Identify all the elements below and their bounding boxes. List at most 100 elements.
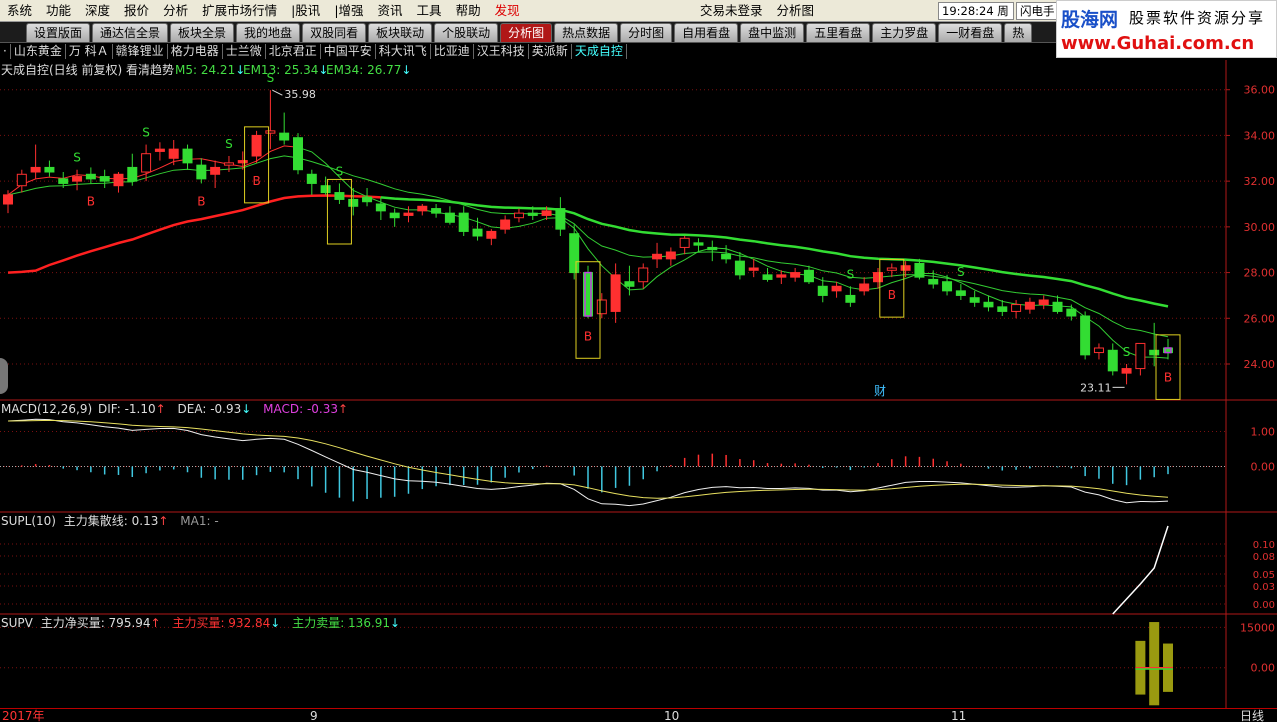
tab-0[interactable]: 设置版面 — [26, 23, 91, 42]
candle-body-25 — [348, 198, 359, 207]
candle-fill-81 — [1122, 368, 1132, 374]
stock-item-8[interactable]: 科大讯飞 — [376, 44, 431, 59]
stock-item-11[interactable]: 英派斯 — [529, 44, 572, 59]
tab-1[interactable]: 通达信全景 — [92, 23, 169, 42]
tab-6[interactable]: 个股联动 — [434, 23, 499, 42]
candle-body-32 — [444, 212, 455, 223]
candle-fill-56 — [776, 274, 786, 278]
tab-2[interactable]: 板块全景 — [170, 23, 235, 42]
candle-body-20 — [279, 132, 290, 141]
stock-item-12[interactable]: 天成自控 — [572, 44, 627, 59]
menu-item-1[interactable]: 功能 — [39, 0, 78, 22]
menu-item-10[interactable]: 帮助 — [449, 0, 488, 22]
candle-body-1 — [16, 173, 27, 187]
tab-4[interactable]: 双股同看 — [302, 23, 367, 42]
buy-marker-8: B — [584, 329, 592, 343]
candle-body-13 — [182, 148, 193, 164]
menu-item-3[interactable]: 报价 — [117, 0, 156, 22]
guhai-logo: 股海网 股票软件资源分享 www.Guhai.com.cn — [1056, 0, 1277, 58]
tab-10[interactable]: 自用看盘 — [674, 23, 739, 42]
month-label-9: 9 — [310, 709, 318, 722]
supl-tick-label-1: 0.08 — [1253, 552, 1275, 563]
stock-item-7[interactable]: 中国平安 — [321, 44, 376, 59]
tab-12[interactable]: 五里看盘 — [806, 23, 871, 42]
high-price-label: 35.98 — [284, 88, 316, 101]
buy-marker-5: B — [252, 174, 260, 188]
candle-body-33 — [458, 212, 469, 232]
buy-marker-3: B — [197, 194, 205, 208]
candle-body-61 — [845, 294, 856, 303]
candle-fill-57 — [790, 272, 800, 278]
menu-item-8[interactable]: 资讯 — [371, 0, 410, 22]
candle-body-79 — [1093, 347, 1104, 354]
candle-body-41 — [569, 233, 580, 274]
tab-13[interactable]: 主力罗盘 — [872, 23, 937, 42]
supl-tick-label-4: 0.00 — [1253, 600, 1275, 611]
tab-3[interactable]: 我的地盘 — [236, 23, 301, 42]
candle-body-43 — [596, 299, 607, 315]
sell-marker-2: S — [142, 126, 150, 140]
menu-item-9[interactable]: 工具 — [410, 0, 449, 22]
stock-item-9[interactable]: 比亚迪 — [431, 44, 474, 59]
candle-body-77 — [1066, 308, 1077, 317]
menu-item-0[interactable]: 系统 — [0, 0, 39, 22]
candle-body-24 — [334, 192, 345, 200]
candle-fill-39 — [542, 210, 552, 216]
candle-body-46 — [638, 267, 649, 283]
candle-body-27 — [375, 203, 386, 212]
tab-15[interactable]: 热 — [1004, 23, 1033, 42]
period-button[interactable]: 日线 — [1240, 709, 1264, 722]
candle-body-9 — [127, 166, 138, 182]
high-pointer — [272, 89, 283, 96]
sell-marker-7: S — [336, 164, 344, 178]
menu-item-2[interactable]: 深度 — [78, 0, 117, 22]
stock-item-6[interactable]: 北京君正 — [266, 44, 321, 59]
candle-fill-11 — [155, 149, 165, 152]
ma-em13-label: EM13: 25.34↓ — [243, 63, 329, 77]
price-tick-label-0: 36.00 — [1244, 84, 1276, 97]
clock-display: 19:28:24 周一 — [938, 2, 1014, 34]
flash-trade-button[interactable]: 闪电手 — [1016, 2, 1060, 20]
buy-marker-1: B — [87, 194, 95, 208]
stock-item-5[interactable]: 士兰微 — [223, 44, 266, 59]
price-tick-label-3: 30.00 — [1244, 221, 1276, 234]
stock-item-3[interactable]: 赣锋锂业 — [113, 44, 168, 59]
candle-body-83 — [1149, 349, 1160, 356]
menu-item-5[interactable]: 扩展市场行情 — [195, 0, 284, 22]
tab-8[interactable]: 热点数据 — [554, 23, 619, 42]
tab-7[interactable]: 分析图 — [500, 23, 553, 42]
finance-marker: 财 — [874, 384, 886, 398]
stock-item-2[interactable]: 万 科Ａ — [66, 44, 113, 59]
tab-14[interactable]: 一财看盘 — [938, 23, 1003, 42]
candle-fill-17 — [238, 160, 248, 163]
menu-item-11[interactable]: 发现 — [488, 0, 527, 22]
tab-5[interactable]: 板块联动 — [368, 23, 433, 42]
supv-bar-1 — [1149, 622, 1160, 706]
candle-body-6 — [85, 173, 96, 180]
candle-body-72 — [997, 306, 1008, 312]
candle-body-59 — [817, 285, 828, 296]
candle-body-68 — [942, 281, 953, 292]
stock-item-4[interactable]: 格力电器 — [168, 44, 223, 59]
side-collapse-handle[interactable] — [0, 358, 8, 394]
trade-login-status[interactable]: 交易未登录 — [700, 0, 763, 22]
macd-tick-label-0: 1.00 — [1251, 426, 1276, 439]
stock-item-1[interactable]: 山东黄金 — [11, 44, 66, 59]
center-info: 交易未登录 分析图 — [700, 0, 814, 22]
menu-item-7[interactable]: |增强 — [327, 0, 370, 22]
low-price-label: 23.11 — [1080, 381, 1112, 394]
ema34-line-red — [7, 194, 381, 274]
candle-fill-29 — [403, 213, 413, 216]
candle-fill-47 — [652, 254, 662, 259]
candle-body-71 — [983, 301, 994, 308]
month-label-11: 11 — [951, 709, 967, 722]
chart-area[interactable]: 36.00 34.00 32.00 30.00 28.00 26.00 24.00 S B S B S… — [0, 60, 1277, 708]
tab-9[interactable]: 分时图 — [620, 23, 673, 42]
menu-item-6[interactable]: |股讯 — [284, 0, 327, 22]
menu-item-4[interactable]: 分析 — [156, 0, 195, 22]
chart-svg[interactable]: 36.00 34.00 32.00 30.00 28.00 26.00 24.00 S B S B S… — [0, 60, 1277, 708]
candle-body-52 — [721, 253, 732, 260]
stock-item-0[interactable]: · — [0, 44, 11, 59]
tab-11[interactable]: 盘中监测 — [740, 23, 805, 42]
stock-item-10[interactable]: 汉王科技 — [474, 44, 529, 59]
